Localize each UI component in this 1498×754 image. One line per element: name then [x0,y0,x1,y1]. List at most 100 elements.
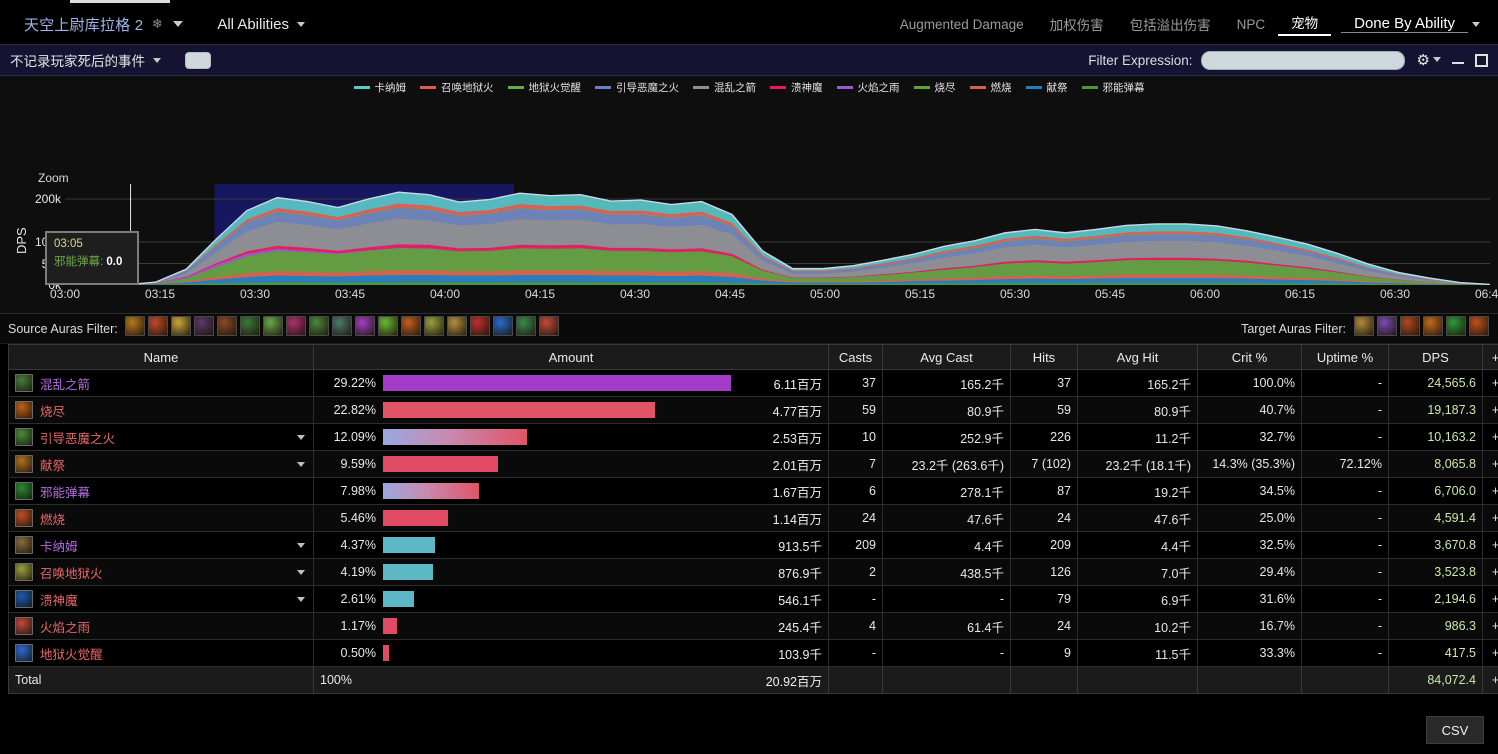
maximize-icon[interactable] [1475,53,1488,67]
spell-name-label[interactable]: 火焰之雨 [40,617,90,636]
spell-name-label[interactable]: 引导恶魔之火 [40,428,115,447]
source-aura-icon-16[interactable] [493,316,514,336]
option-include-overkill[interactable]: 包括溢出伤害 [1117,14,1224,34]
source-aura-icon-10[interactable] [355,316,376,336]
row-add-button[interactable]: + [1482,639,1498,667]
col-header-avg-cast[interactable]: Avg Cast [882,344,1011,370]
legend-item-0[interactable]: 卡纳姆 [353,80,406,95]
row-add-button[interactable]: + [1482,423,1498,451]
target-aura-icon-4[interactable] [1445,316,1466,336]
spell-icon[interactable] [15,563,33,581]
option-npc[interactable]: NPC [1224,17,1279,32]
spell-icon[interactable] [15,509,33,527]
row-add-button[interactable]: + [1482,369,1498,397]
option-weighted-damage[interactable]: 加权伤害 [1037,14,1117,34]
death-filter-selector[interactable]: 不记录玩家死后的事件 [10,50,161,70]
row-add-button[interactable]: + [1482,477,1498,505]
source-aura-icon-3[interactable] [194,316,215,336]
spell-icon[interactable] [15,617,33,635]
spell-name-label[interactable]: 烧尽 [40,401,65,420]
legend-item-2[interactable]: 地狱火觉醒 [507,80,581,95]
table-row[interactable]: 卡纳姆 4.37% 913.5千 209 4.4千 209 4.4千 32.5% -3,670.… [8,531,1498,559]
table-row[interactable]: 邪能弹幕 7.98% 1.67百万 6 278.1千 87 19.2千 34.5% -6,706… [8,477,1498,505]
spell-name-label[interactable]: 邪能弹幕 [40,482,90,501]
legend-item-7[interactable]: 烧尽 [913,80,956,95]
target-aura-icon-1[interactable] [1376,316,1397,336]
col-header-amount[interactable]: Amount [313,344,829,370]
spell-icon[interactable] [15,401,33,419]
spell-icon[interactable] [15,455,33,473]
active-tab-indicator[interactable] [70,0,170,3]
legend-item-3[interactable]: 引导恶魔之火 [595,80,679,95]
col-header-uptime[interactable]: Uptime % [1301,344,1389,370]
spell-name-label[interactable]: 溃神魔 [40,590,78,609]
table-row[interactable]: 燃烧 5.46% 1.14百万 24 47.6千 24 47.6千 25.0% -4,591.4… [8,504,1498,532]
target-aura-icon-2[interactable] [1399,316,1420,336]
col-header-add[interactable]: + [1482,344,1498,370]
col-header-casts[interactable]: Casts [828,344,883,370]
target-aura-icon-0[interactable] [1353,316,1374,336]
minimize-icon[interactable] [1452,53,1464,67]
legend-item-1[interactable]: 召唤地狱火 [420,80,494,95]
spell-icon[interactable] [15,482,33,500]
legend-item-10[interactable]: 邪能弹幕 [1081,80,1145,95]
row-expand-chevron-icon[interactable] [297,597,305,602]
row-add-button[interactable]: + [1482,531,1498,559]
row-add-button[interactable]: + [1482,396,1498,424]
spell-name-label[interactable]: 献祭 [40,455,65,474]
spell-name-label[interactable]: 卡纳姆 [40,536,78,555]
gear-icon[interactable]: ⚙ [1417,53,1441,68]
source-aura-icon-11[interactable] [378,316,399,336]
row-expand-chevron-icon[interactable] [297,462,305,467]
col-header-name[interactable]: Name [8,344,314,370]
row-expand-chevron-icon[interactable] [297,435,305,440]
source-aura-icon-18[interactable] [539,316,560,336]
table-row[interactable]: 召唤地狱火 4.19% 876.9千 2 438.5千 126 7.0千 29.4% -3,52… [8,558,1498,586]
source-aura-icon-12[interactable] [401,316,422,336]
col-header-crit[interactable]: Crit % [1197,344,1302,370]
col-header-dps[interactable]: DPS [1388,344,1483,370]
source-aura-icon-4[interactable] [217,316,238,336]
option-augmented-damage[interactable]: Augmented Damage [887,17,1037,32]
row-add-button[interactable]: + [1482,558,1498,586]
spell-icon[interactable] [15,590,33,608]
spell-name-label[interactable]: 地狱火觉醒 [40,644,103,663]
chart-plot-area[interactable] [65,184,1490,285]
spell-name-label[interactable]: 混乱之箭 [40,374,90,393]
source-aura-icon-13[interactable] [424,316,445,336]
row-expand-chevron-icon[interactable] [297,570,305,575]
spell-icon[interactable] [15,644,33,662]
source-aura-icon-0[interactable] [125,316,146,336]
row-add-button[interactable]: + [1482,450,1498,478]
source-aura-icon-8[interactable] [309,316,330,336]
table-row[interactable]: 混乱之箭 29.22% 6.11百万 37 165.2千 37 165.2千 100.0% -2… [8,369,1498,397]
source-aura-icon-2[interactable] [171,316,192,336]
fight-selector[interactable]: 天空上尉库拉格 2 ❄ [10,14,184,35]
source-aura-icon-7[interactable] [286,316,307,336]
spell-icon[interactable] [15,374,33,392]
table-row[interactable]: 引导恶魔之火 12.09% 2.53百万 10 252.9千 226 11.2千 32.7% -… [8,423,1498,451]
spell-name-label[interactable]: 燃烧 [40,509,65,528]
table-row[interactable]: 溃神魔 2.61% 546.1千 - -79 6.9千 31.6% -2,194.6 + [8,585,1498,613]
row-add-button[interactable]: + [1482,504,1498,532]
table-row[interactable]: 献祭 9.59% 2.01百万 7 23.2千 (263.6千) 7 (102) 23.2千… [8,450,1498,478]
source-aura-icon-15[interactable] [470,316,491,336]
source-aura-icon-1[interactable] [148,316,169,336]
col-header-hits[interactable]: Hits [1010,344,1078,370]
legend-item-6[interactable]: 火焰之雨 [836,80,900,95]
spell-icon[interactable] [15,428,33,446]
table-row[interactable]: 火焰之雨 1.17% 245.4千 4 61.4千 24 10.2千 16.7% -986.3 + [8,612,1498,640]
legend-item-8[interactable]: 燃烧 [969,80,1012,95]
legend-item-5[interactable]: 溃神魔 [770,80,823,95]
source-aura-icon-9[interactable] [332,316,353,336]
total-add-button[interactable]: + [1482,666,1498,694]
target-aura-icon-3[interactable] [1422,316,1443,336]
col-header-avg-hit[interactable]: Avg Hit [1077,344,1198,370]
legend-item-4[interactable]: 混乱之箭 [693,80,756,95]
source-aura-icon-14[interactable] [447,316,468,336]
table-row[interactable]: 烧尽 22.82% 4.77百万 59 80.9千 59 80.9千 40.7% -19,187… [8,396,1498,424]
csv-export-button[interactable]: CSV [1426,716,1484,744]
row-add-button[interactable]: + [1482,585,1498,613]
table-row[interactable]: 地狱火觉醒 0.50% 103.9千 - -9 11.5千 33.3% -417.5 + [8,639,1498,667]
view-mode-selector[interactable]: Done By Ability [1341,15,1480,33]
